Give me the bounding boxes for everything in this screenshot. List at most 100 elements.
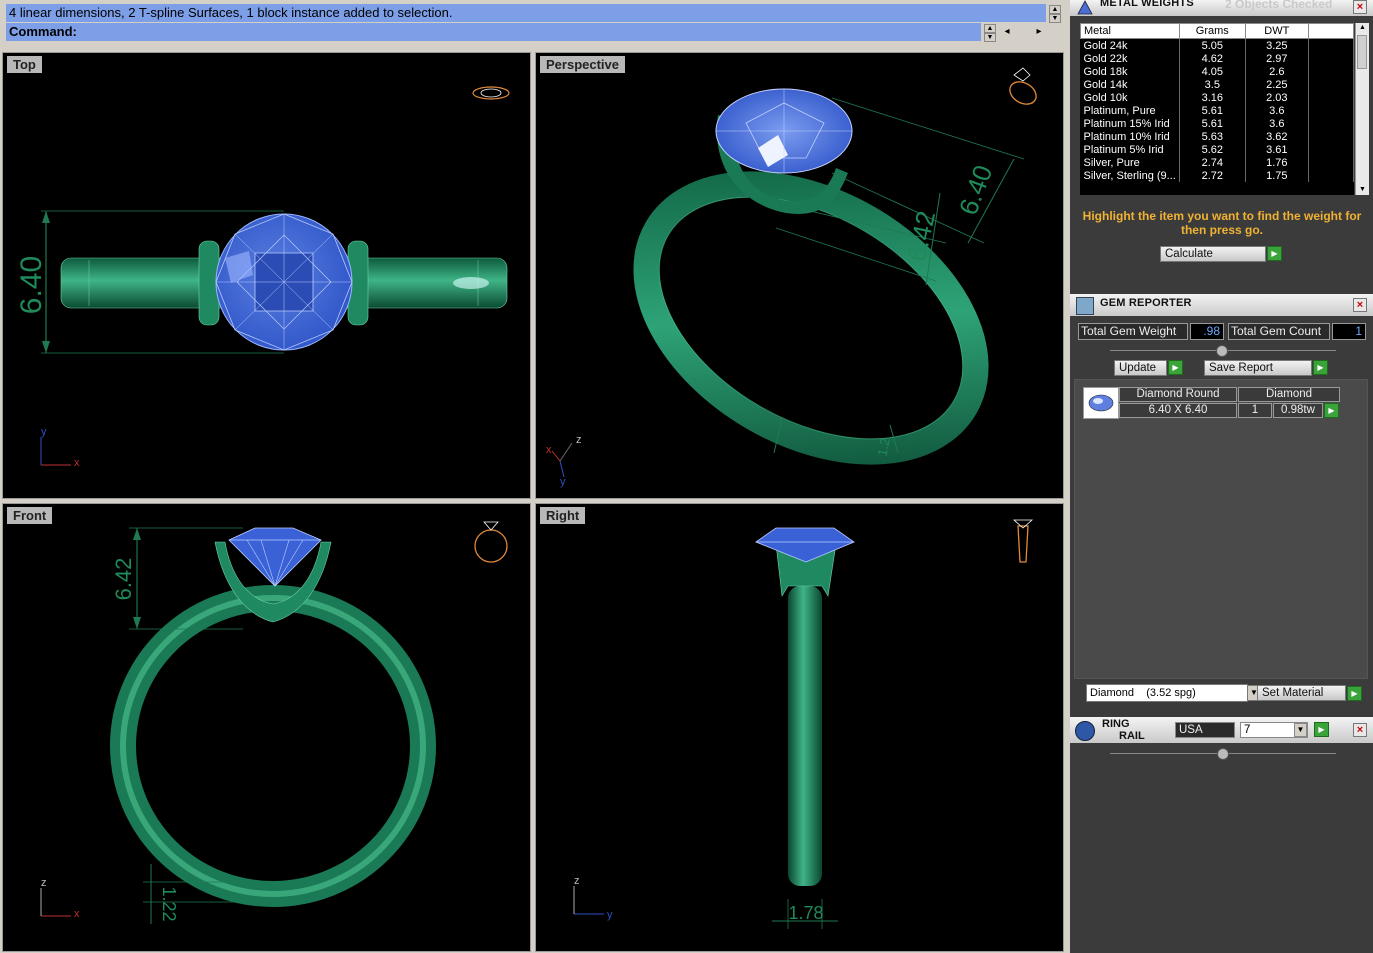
metal-name-cell: Platinum 15% Irid (1080, 117, 1180, 130)
viewport-label-top[interactable]: Top (7, 56, 42, 73)
viewport-label-perspective[interactable]: Perspective (540, 56, 625, 73)
gem-reporter-header: GEM REPORTER × (1070, 294, 1373, 316)
dwt-cell: 2.25 (1245, 78, 1309, 91)
ring-region-select[interactable]: USA (1175, 722, 1235, 738)
metal-weights-header: METAL WEIGHTS 2 Objects Checked × (1070, 0, 1373, 16)
axis-x-label: x (546, 444, 552, 456)
table-row[interactable]: Gold 14k 3.5 2.25 (1080, 78, 1354, 91)
command-area: 4 linear dimensions, 2 T-spline Surfaces… (0, 0, 1068, 50)
viewport-top[interactable]: 6.40 x y Top (2, 52, 531, 499)
history-scroll-down[interactable]: ▼ (1049, 14, 1061, 23)
axis-y-label: y (607, 909, 613, 921)
metal-name-cell: Gold 10k (1080, 91, 1180, 104)
gem-type: Diamond (1238, 387, 1340, 402)
viewport-label-right[interactable]: Right (540, 507, 586, 524)
grams-cell: 5.62 (1179, 143, 1246, 156)
dwt-cell: 3.6 (1245, 117, 1309, 130)
nav-left-icon[interactable]: ◂ (999, 24, 1015, 40)
table-row[interactable]: Silver, Pure 2.74 1.76 (1080, 156, 1354, 169)
gem-thumbnail-icon[interactable] (1083, 387, 1119, 419)
chevron-down-icon[interactable]: ▼ (1294, 723, 1307, 737)
metal-name-cell: Gold 14k (1080, 78, 1180, 91)
col-header-metal[interactable]: Metal (1080, 23, 1180, 39)
set-material-go-icon[interactable]: ▶ (1347, 686, 1362, 701)
calculate-button[interactable]: Calculate (1160, 246, 1266, 262)
ring-rail-icon (1075, 721, 1095, 741)
ring-rail-slider-thumb[interactable] (1217, 748, 1229, 760)
metal-name-cell: Gold 18k (1080, 65, 1180, 78)
table-row[interactable]: Gold 22k 4.62 2.97 (1080, 52, 1354, 65)
grams-cell: 5.61 (1179, 104, 1246, 117)
grams-cell: 2.72 (1179, 169, 1246, 182)
empty-cell (1308, 91, 1354, 104)
nav-right-icon[interactable]: ▸ (1031, 24, 1047, 40)
dwt-cell: 1.76 (1245, 156, 1309, 169)
table-row[interactable]: Gold 10k 3.16 2.03 (1080, 91, 1354, 104)
viewport-widget-icon (1012, 519, 1034, 563)
table-row[interactable]: Platinum 10% Irid 5.63 3.62 (1080, 130, 1354, 143)
history-scroll-up[interactable]: ▲ (1049, 5, 1061, 14)
ring-rail-go-icon[interactable]: ▶ (1314, 722, 1329, 737)
grams-cell: 4.05 (1179, 65, 1246, 78)
gem-row-go-icon[interactable]: ▶ (1324, 403, 1339, 418)
save-report-button[interactable]: Save Report (1204, 360, 1312, 376)
axis-z-label: z (41, 877, 47, 889)
dwt-cell: 2.97 (1245, 52, 1309, 65)
col-header-grams[interactable]: Grams (1178, 23, 1246, 39)
metal-weights-hint: Highlight the item you want to find the … (1082, 209, 1362, 237)
viewport-widget-icon (472, 86, 510, 100)
calculate-go-icon[interactable]: ▶ (1267, 246, 1282, 261)
grams-cell: 2.74 (1179, 156, 1246, 169)
table-row[interactable]: Platinum 5% Irid 5.62 3.61 (1080, 143, 1354, 156)
total-weight-value[interactable]: .98 (1190, 323, 1224, 340)
set-material-button[interactable]: Set Material (1257, 685, 1346, 701)
close-icon[interactable]: × (1353, 0, 1367, 14)
dwt-cell: 3.62 (1245, 130, 1309, 143)
viewport-widget-icon (1009, 67, 1037, 105)
axis-z-label: z (576, 434, 582, 446)
prompt-spin-up[interactable]: ▲ (984, 24, 996, 33)
update-go-icon[interactable]: ▶ (1168, 360, 1183, 375)
grams-cell: 4.62 (1179, 52, 1246, 65)
ring-rail-header: RING RAIL USA 7 ▼ ▶ × (1070, 717, 1373, 743)
grams-cell: 5.05 (1179, 38, 1246, 52)
gem-totals: Total Gem Weight .98 Total Gem Count 1 (1078, 323, 1366, 341)
table-row[interactable]: Platinum, Pure 5.61 3.6 (1080, 104, 1354, 117)
viewport-label-front[interactable]: Front (7, 507, 53, 524)
material-select[interactable]: Diamond (3.52 spg) (1086, 684, 1248, 702)
close-icon[interactable]: × (1353, 723, 1367, 737)
tool-panel: METAL WEIGHTS 2 Objects Checked × Metal … (1070, 0, 1373, 953)
ring-rail-title-1: RING (1102, 718, 1130, 730)
table-row[interactable]: Platinum 15% Irid 5.61 3.6 (1080, 117, 1354, 130)
empty-cell (1308, 65, 1354, 78)
command-prompt[interactable]: Command: (6, 23, 981, 41)
table-row[interactable]: Gold 24k 5.05 3.25 (1080, 38, 1354, 52)
viewport-perspective[interactable]: 6.40 6.42 1.2 x z y Perspective (535, 52, 1064, 499)
scroll-up-icon[interactable]: ▲ (1356, 23, 1369, 33)
total-count-value[interactable]: 1 (1332, 323, 1366, 340)
gem-size: 6.40 X 6.40 (1119, 403, 1237, 418)
dwt-cell: 1.75 (1245, 169, 1309, 182)
save-report-go-icon[interactable]: ▶ (1313, 360, 1328, 375)
viewport-widget-icon (474, 521, 508, 563)
axis-icon (40, 437, 71, 466)
viewport-front[interactable]: 6.42 1.22 x z Front (2, 503, 531, 952)
metal-table-scrollbar[interactable]: ▲ ▼ (1355, 23, 1369, 195)
empty-cell (1308, 143, 1354, 156)
grams-cell: 3.16 (1179, 91, 1246, 104)
dwt-cell: 3.25 (1245, 38, 1309, 52)
close-icon[interactable]: × (1353, 298, 1367, 312)
prompt-spin-down[interactable]: ▼ (984, 33, 996, 42)
gem-list: Diamond Round Diamond 6.40 X 6.40 1 0.98… (1074, 379, 1368, 679)
gem-slider-thumb[interactable] (1216, 345, 1228, 357)
scroll-down-icon[interactable]: ▼ (1356, 185, 1369, 195)
metal-table[interactable]: Metal Grams DWT Gold 24k 5.05 3.25 Gold 22k… (1080, 23, 1354, 195)
update-button[interactable]: Update (1114, 360, 1167, 376)
viewport-right[interactable]: 1.78 y z Right (535, 503, 1064, 952)
table-row[interactable]: Gold 18k 4.05 2.6 (1080, 65, 1354, 78)
scroll-thumb[interactable] (1357, 35, 1367, 69)
dimension-right-a: 1.78 (788, 903, 823, 923)
table-row[interactable]: Silver, Sterling (9... 2.72 1.75 (1080, 169, 1354, 182)
col-header-dwt[interactable]: DWT (1244, 23, 1309, 39)
cone-icon (1076, 0, 1094, 16)
